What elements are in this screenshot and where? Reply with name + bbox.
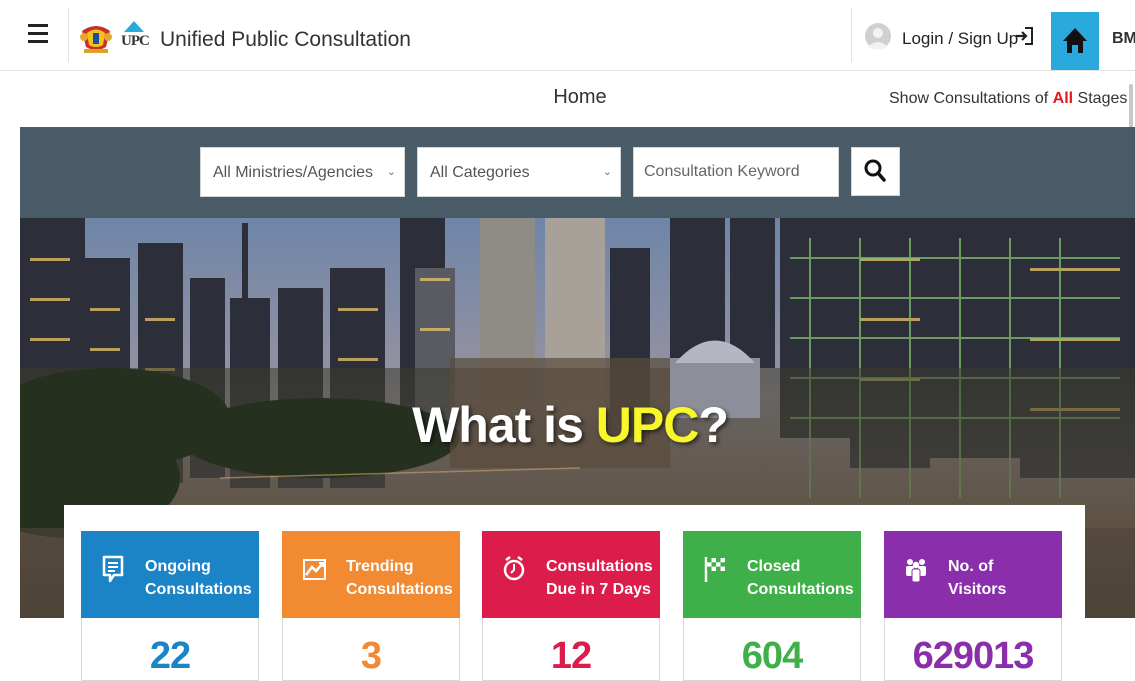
chevron-down-icon: ⌄ xyxy=(386,166,396,178)
stat-label-line1: Trending xyxy=(346,558,414,575)
stage-filter-suffix: Stages xyxy=(1073,90,1128,107)
trending-chart-icon xyxy=(303,559,326,580)
chevron-down-icon: ⌄ xyxy=(602,166,612,178)
stat-card-header: Closed Consultations xyxy=(683,531,861,618)
stat-value: 604 xyxy=(741,635,803,677)
hero-heading-accent: UPC xyxy=(595,397,700,453)
stat-value: 12 xyxy=(550,635,592,677)
ministry-select-value: All Ministries/Agencies xyxy=(213,164,374,181)
stage-filter-prefix: Show Consultations of xyxy=(889,90,1053,107)
stat-card-label: Consultations Due in 7 Days xyxy=(546,555,653,601)
divider xyxy=(68,8,69,62)
category-select[interactable]: All Categories ⌄ xyxy=(417,147,621,197)
stat-label-line2: Due in 7 Days xyxy=(546,581,651,598)
divider xyxy=(851,8,852,62)
user-avatar-icon xyxy=(865,23,891,50)
login-signup-link[interactable]: Login / Sign Up xyxy=(902,29,1018,49)
stage-filter-value: All xyxy=(1052,90,1074,107)
language-toggle[interactable]: BM xyxy=(1112,30,1135,48)
keyword-search-input[interactable] xyxy=(633,147,839,197)
stat-card-label: Closed Consultations xyxy=(747,555,854,601)
stat-value: 22 xyxy=(149,635,191,677)
stat-card-label: No. of Visitors xyxy=(948,555,1006,601)
stat-value: 3 xyxy=(360,635,382,677)
stat-card-header: Consultations Due in 7 Days xyxy=(482,531,660,618)
site-title[interactable]: Unified Public Consultation xyxy=(160,28,411,52)
alarm-clock-icon xyxy=(503,556,525,581)
stat-label-line2: Consultations xyxy=(145,581,252,598)
sign-in-icon[interactable] xyxy=(1014,26,1034,46)
visitors-group-icon xyxy=(906,559,926,583)
home-icon xyxy=(1063,28,1087,53)
upc-logo-text: UPC xyxy=(121,33,150,49)
stage-filter-dropdown[interactable]: Show Consultations of All Stages▼ xyxy=(889,90,1135,108)
stat-label-line2: Consultations xyxy=(747,581,854,598)
hero-heading-suffix: ? xyxy=(698,397,729,453)
home-button[interactable] xyxy=(1051,12,1099,70)
search-icon xyxy=(864,159,886,182)
stat-label-line1: No. of xyxy=(948,558,994,575)
sub-header: Home Show Consultations of All Stages▼ xyxy=(0,71,1135,126)
checkered-flag-icon xyxy=(704,557,725,582)
stat-card-header: No. of Visitors xyxy=(884,531,1062,618)
stat-card-due-7-days[interactable]: Consultations Due in 7 Days 12 xyxy=(482,531,660,681)
stat-label-line2: Visitors xyxy=(948,581,1007,598)
stat-label-line1: Consultations xyxy=(546,558,653,575)
stat-label-line1: Ongoing xyxy=(145,558,211,575)
top-navbar: UPC Unified Public Consultation Login / … xyxy=(0,0,1135,71)
stat-label-line2: Consultations xyxy=(346,581,453,598)
hamburger-icon[interactable] xyxy=(28,24,48,46)
document-chat-icon xyxy=(102,555,124,583)
stat-card-closed[interactable]: Closed Consultations 604 xyxy=(683,531,861,681)
stat-card-header: Ongoing Consultations xyxy=(81,531,259,618)
ministry-select[interactable]: All Ministries/Agencies ⌄ xyxy=(200,147,405,197)
stat-card-trending[interactable]: Trending Consultations 3 xyxy=(282,531,460,681)
search-button[interactable] xyxy=(851,147,900,196)
category-select-value: All Categories xyxy=(430,164,530,181)
stat-card-label: Ongoing Consultations xyxy=(145,555,252,601)
stat-card-header: Trending Consultations xyxy=(282,531,460,618)
upc-logo: UPC xyxy=(120,20,150,52)
hero-heading: What is UPC? xyxy=(20,396,1120,454)
stat-card-ongoing[interactable]: Ongoing Consultations 22 xyxy=(81,531,259,681)
stat-value: 629013 xyxy=(912,635,1035,677)
stat-label-line1: Closed xyxy=(747,558,801,575)
coat-of-arms-logo xyxy=(80,26,112,53)
hero-heading-prefix: What is xyxy=(412,397,596,453)
stat-card-visitors[interactable]: No. of Visitors 629013 xyxy=(884,531,1062,681)
stat-card-label: Trending Consultations xyxy=(346,555,453,601)
